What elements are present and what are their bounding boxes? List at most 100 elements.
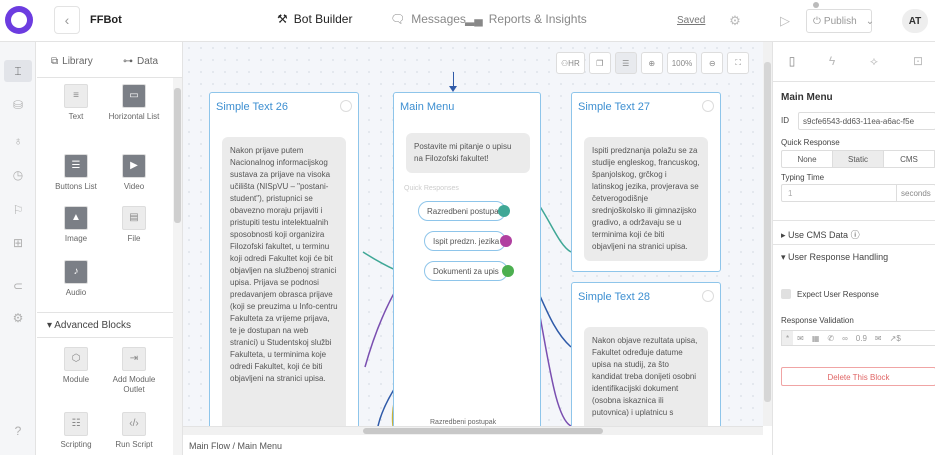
validation-message[interactable]: ✉ (871, 331, 886, 345)
image-icon: ▲ (64, 206, 88, 230)
help-icon[interactable]: ? (4, 420, 32, 442)
module-outlet-icon: ⇥ (122, 347, 146, 371)
node-handle[interactable] (340, 100, 352, 112)
zoom-in-icon[interactable]: ⊕ (640, 52, 663, 74)
tab-bot-builder[interactable]: ⚒ Bot Builder (277, 12, 352, 26)
node-main-menu[interactable]: Main Menu Postavite mi pitanje o upisu n… (393, 92, 541, 426)
app-logo[interactable] (5, 6, 33, 34)
hr-button[interactable]: ⚇ HR (556, 52, 585, 74)
expect-response-checkbox[interactable] (781, 289, 791, 299)
quick-response-pill[interactable]: Dokumenti za upis (424, 261, 508, 281)
grid-icon[interactable]: ⊞ (4, 232, 32, 254)
block-label: Buttons List (55, 182, 97, 191)
block-file[interactable]: ▤ File (105, 206, 163, 244)
list-view-icon[interactable]: ☰ (614, 52, 637, 74)
block-video[interactable]: ▶ Video (105, 154, 163, 192)
validation-date[interactable]: ▦ (808, 331, 824, 345)
option-static[interactable]: Static (833, 151, 884, 167)
canvas-vertical-scrollbar[interactable] (763, 42, 772, 426)
gear-icon[interactable]: ⚙ (4, 307, 32, 329)
bot-builder-rail-icon[interactable]: ⌶ (4, 60, 32, 82)
module-icon: ⬡ (64, 347, 88, 371)
bot-name: FFBot (90, 14, 122, 26)
back-button[interactable]: ‹ (54, 6, 80, 34)
id-label: ID (781, 116, 789, 125)
block-run-script[interactable]: ‹/› Run Script (105, 412, 163, 450)
quick-response-pill[interactable]: Razredbeni postupak (418, 201, 506, 221)
block-scripting[interactable]: ☷ Scripting (47, 412, 105, 450)
option-cms[interactable]: CMS (884, 151, 935, 167)
block-horizontal-list[interactable]: ▭ Horizontal List (105, 84, 163, 122)
connector-dot[interactable] (498, 205, 510, 217)
response-validation-label: Response Validation (781, 316, 854, 325)
block-text[interactable]: ≡ Text (47, 84, 105, 122)
use-cms-section[interactable]: ▸ Use CMS Data ⓘ (773, 220, 935, 244)
quick-response-label: Quick Response (781, 138, 840, 147)
flow-tab-icon[interactable]: ⟡ (865, 54, 883, 70)
tab-library[interactable]: ⧉ Library (51, 56, 93, 67)
bulb-icon[interactable]: ♁ (4, 130, 32, 152)
validation-number[interactable]: 0.9 (852, 331, 871, 345)
node-handle[interactable] (702, 290, 714, 302)
avatar[interactable]: AT (902, 9, 928, 33)
scrollbar-thumb[interactable] (764, 62, 771, 402)
validation-email[interactable]: ✉ (793, 331, 808, 345)
tab-messages[interactable]: 🗨 Messages (390, 12, 466, 26)
block-label: Text (68, 112, 84, 121)
clock-icon[interactable]: ◷ (4, 164, 32, 186)
user-response-section[interactable]: ▾ User Response Handling (773, 244, 935, 268)
saved-status[interactable]: Saved (677, 15, 705, 26)
block-label: Horizontal List (108, 112, 160, 121)
node-simple-text-27[interactable]: Simple Text 27 Ispiti predznanja polažu … (571, 92, 721, 272)
message-bubble: Nakon objave rezultata upisa, Fakultet o… (584, 327, 708, 426)
validation-any[interactable]: * (782, 331, 794, 345)
flow-canvas[interactable]: ⚇ HR ❐ ☰ ⊕ 100% ⊖ ⛶ Simple Text 26 Nakon … (183, 42, 763, 426)
option-none[interactable]: None (782, 151, 833, 167)
block-label: File (127, 234, 141, 243)
block-label: Add Module Outlet (112, 375, 156, 394)
block-label: Image (64, 234, 88, 243)
actions-tab-icon[interactable]: ϟ (823, 54, 841, 70)
flag-icon[interactable]: ⚐ (4, 199, 32, 221)
block-buttons-list[interactable]: ☰ Buttons List (47, 154, 105, 192)
node-title: Main Menu (400, 101, 455, 113)
quick-response-pill[interactable]: Ispit predzn. jezika (424, 231, 506, 251)
response-validation-options: * ✉ ▦ ✆ ∞ 0.9 ✉ ↗$ (781, 330, 935, 346)
validation-phone[interactable]: ✆ (823, 331, 838, 345)
validation-regex[interactable]: ∞ (838, 331, 852, 345)
settings-icon[interactable]: ⚙ (723, 9, 747, 33)
block-add-module-outlet[interactable]: ⇥ Add Module Outlet (105, 347, 163, 395)
delete-block-button[interactable]: Delete This Block (781, 367, 935, 386)
node-handle[interactable] (702, 100, 714, 112)
canvas-horizontal-scrollbar[interactable] (183, 426, 763, 435)
template-tab-icon[interactable]: ⊡ (909, 54, 927, 70)
fit-screen-icon[interactable]: ⛶ (727, 52, 750, 74)
node-simple-text-28[interactable]: Simple Text 28 Nakon objave rezultata up… (571, 282, 721, 426)
connector-dot[interactable] (502, 265, 514, 277)
block-image[interactable]: ▲ Image (47, 206, 105, 244)
block-module[interactable]: ⬡ Module (47, 347, 105, 385)
connector-dot[interactable] (500, 235, 512, 247)
copy-icon[interactable]: ❐ (588, 52, 611, 74)
publish-button[interactable]: ⏻ Publish ⌄ (806, 9, 874, 33)
preview-play-icon[interactable]: ▷ (773, 9, 797, 33)
tab-reports[interactable]: ▂▄ Reports & Insights (465, 12, 587, 26)
database-icon[interactable]: ⛁ (4, 94, 32, 116)
scrollbar-thumb[interactable] (174, 88, 181, 223)
typing-time-field[interactable]: 1 seconds (781, 184, 935, 202)
id-field[interactable]: s9cfe6543-dd63-11ea-a6ac-f5e (798, 112, 935, 130)
zoom-level: 100% (666, 52, 698, 74)
breadcrumb[interactable]: Main Flow / Main Menu (183, 437, 773, 455)
tab-data[interactable]: ⊶ Data (123, 56, 158, 67)
zoom-out-icon[interactable]: ⊖ (701, 52, 724, 74)
block-audio[interactable]: ♪ Audio (47, 260, 105, 298)
integrations-icon[interactable]: ⊂ (4, 275, 32, 297)
properties-tab-icon[interactable]: ▯ (783, 54, 801, 70)
validation-currency[interactable]: ↗$ (886, 331, 905, 345)
advanced-blocks-header[interactable]: ▾ Advanced Blocks (37, 312, 173, 338)
properties-tabs: ▯ ϟ ⟡ ⊡ (773, 42, 935, 82)
typing-time-label: Typing Time (781, 173, 825, 182)
scrollbar-thumb[interactable] (363, 428, 603, 434)
node-simple-text-26[interactable]: Simple Text 26 Nakon prijave putem Nacio… (209, 92, 359, 426)
library-scrollbar[interactable] (173, 78, 182, 455)
